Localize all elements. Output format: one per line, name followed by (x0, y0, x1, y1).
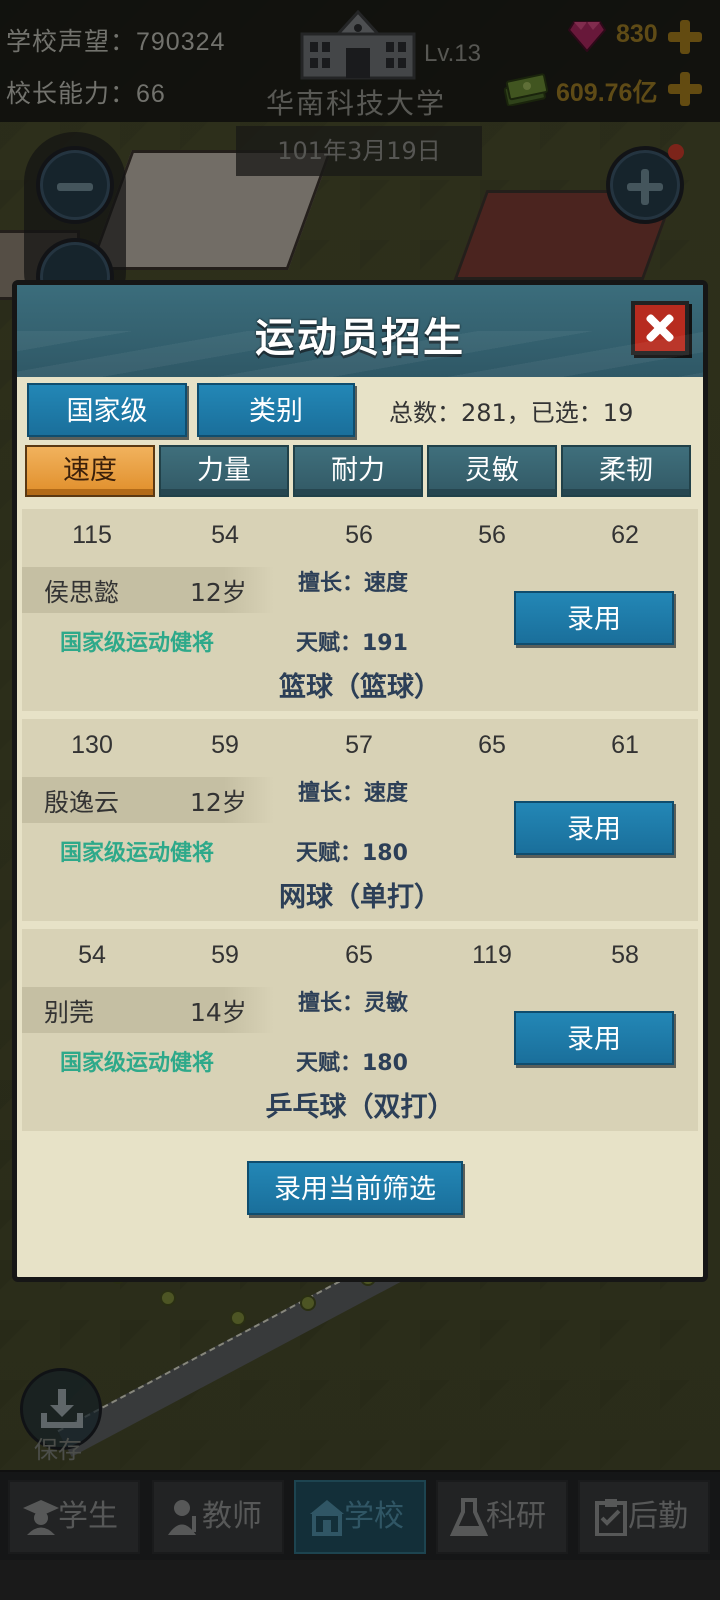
close-icon[interactable] (631, 301, 689, 355)
dialog-title: 运动员招生 (255, 315, 465, 361)
stat-endurance: 56 (345, 521, 373, 549)
selection-totals: 总数：281，已选：19 (389, 399, 634, 427)
athlete-age: 12岁 (190, 578, 247, 607)
level-filter-button[interactable]: 国家级 (27, 383, 187, 437)
stat-endurance: 65 (345, 941, 373, 969)
athlete-age: 12岁 (190, 788, 247, 817)
athlete-talent: 天赋：180 (296, 841, 408, 866)
hire-button[interactable]: 录用 (514, 801, 674, 855)
tab-strength[interactable]: 力量 (159, 445, 289, 497)
stat-agility: 65 (478, 731, 506, 759)
hire-all-filtered-button[interactable]: 录用当前筛选 (247, 1161, 463, 1215)
athlete-specialty: 擅长：速度 (298, 781, 409, 806)
athlete-specialty: 擅长：速度 (298, 571, 409, 596)
athlete-rank: 国家级运动健将 (60, 1051, 215, 1076)
stat-agility: 119 (472, 941, 512, 969)
tab-endurance[interactable]: 耐力 (293, 445, 423, 497)
tab-speed[interactable]: 速度 (25, 445, 155, 497)
athlete-rank: 国家级运动健将 (60, 841, 215, 866)
athlete-name: 殷逸云 (44, 788, 120, 817)
athlete-sport: 篮球（篮球） (279, 672, 441, 703)
hire-button[interactable]: 录用 (514, 1011, 674, 1065)
tab-flexibility[interactable]: 柔韧 (561, 445, 691, 497)
stat-flexibility: 58 (611, 941, 639, 969)
stat-flexibility: 61 (611, 731, 639, 759)
athlete-rank: 国家级运动健将 (60, 631, 215, 656)
athlete-sport: 乒乓球（双打） (265, 1092, 455, 1123)
athlete-age: 14岁 (190, 998, 247, 1027)
athlete-name: 侯思懿 (44, 578, 120, 607)
stat-strength: 59 (211, 731, 239, 759)
hire-button[interactable]: 录用 (514, 591, 674, 645)
stat-speed: 115 (72, 521, 112, 549)
athlete-card: 54 59 65 119 58 别莞 14岁 国家级运动健将 擅长：灵敏 天赋：… (22, 929, 698, 1131)
stat-agility: 56 (478, 521, 506, 549)
athlete-card: 130 59 57 65 61 殷逸云 12岁 国家级运动健将 擅长：速度 天赋… (22, 719, 698, 921)
athlete-specialty: 擅长：灵敏 (298, 991, 409, 1016)
stat-flexibility: 62 (611, 521, 639, 549)
tab-agility[interactable]: 灵敏 (427, 445, 557, 497)
stat-endurance: 57 (345, 731, 373, 759)
athlete-talent: 天赋：191 (296, 631, 408, 656)
athlete-recruitment-dialog: 运动员招生 国家级 类别 总数：281，已选：19 速度 力量 耐力 灵敏 柔韧… (12, 280, 708, 1282)
stat-strength: 54 (211, 521, 239, 549)
dialog-header: 运动员招生 (17, 285, 703, 377)
athlete-sport: 网球（单打） (279, 882, 441, 913)
athlete-name: 别莞 (44, 998, 95, 1027)
stat-speed: 130 (71, 731, 113, 759)
category-filter-button[interactable]: 类别 (197, 383, 355, 437)
athlete-card: 115 54 56 56 62 侯思懿 12岁 国家级运动健将 擅长：速度 天赋… (22, 509, 698, 711)
stat-strength: 59 (211, 941, 239, 969)
athlete-talent: 天赋：180 (296, 1051, 408, 1076)
stat-speed: 54 (78, 941, 106, 969)
